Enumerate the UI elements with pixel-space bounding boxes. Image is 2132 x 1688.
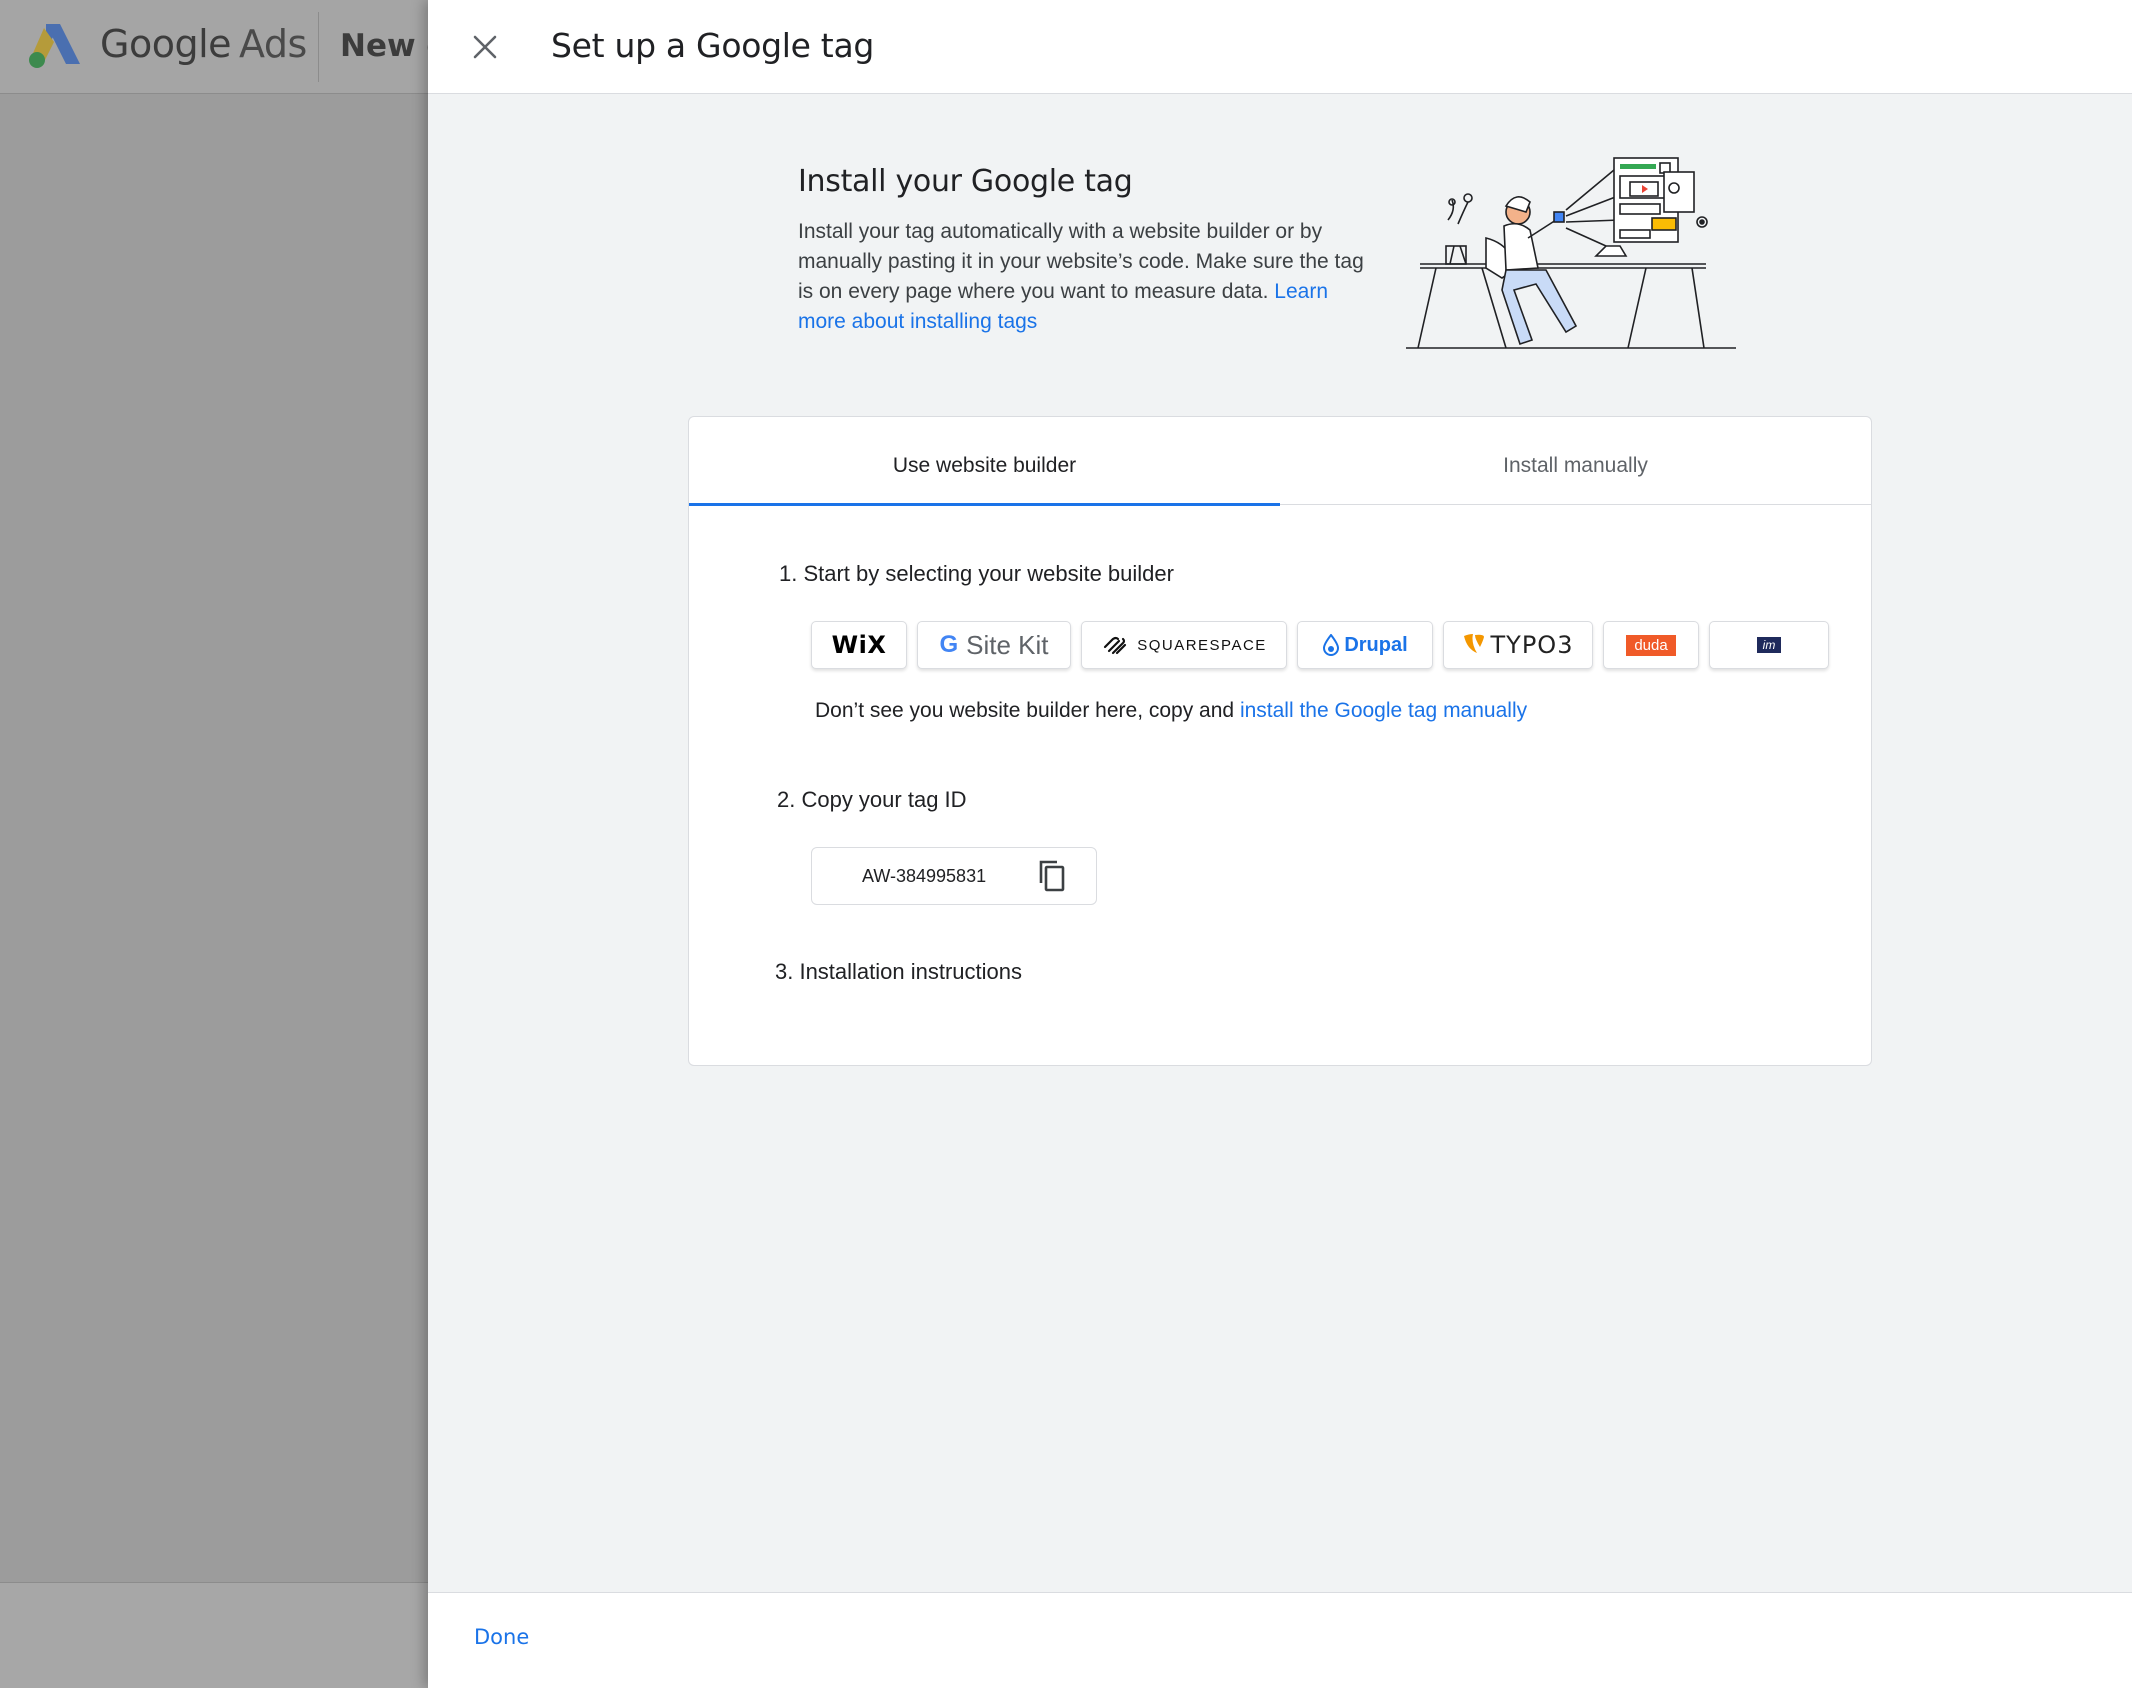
google-ads-brand: Google Ads	[100, 22, 307, 66]
copy-tag-id-button[interactable]	[1032, 856, 1072, 896]
builder-typo3-button[interactable]: TYPO3	[1443, 621, 1593, 669]
builder-other-button[interactable]: im	[1709, 621, 1829, 669]
builder-wix-button[interactable]: WiX	[811, 621, 907, 669]
tag-id-box: AW-384995831	[811, 847, 1097, 905]
squarespace-logo: SQUARESPACE	[1101, 635, 1267, 655]
tab-use-website-builder[interactable]: Use website builder	[689, 417, 1280, 506]
drupal-drop-icon	[1323, 634, 1340, 656]
header-divider	[318, 12, 319, 82]
step-select-builder: 1. Start by selecting your website build…	[779, 561, 1174, 586]
done-button[interactable]: Done	[474, 1625, 529, 1649]
builder-drupal-button[interactable]: Drupal	[1297, 621, 1433, 669]
step-installation-instructions: 3. Installation instructions	[775, 959, 1023, 984]
builder-duda-button[interactable]: duda	[1603, 621, 1699, 669]
intro-title: Install your Google tag	[798, 164, 1133, 199]
panel-footer: Done	[428, 1592, 2132, 1688]
install-options-card: Use website builder Install manually 1. …	[688, 416, 1872, 1066]
builder-site-kit-button[interactable]: G Site Kit	[917, 621, 1071, 669]
copy-icon	[1039, 860, 1065, 892]
step-copy-tag-id: 2. Copy your tag ID	[777, 787, 967, 812]
close-icon	[473, 35, 497, 59]
tab-install-manually[interactable]: Install manually	[1280, 417, 1871, 505]
install-tabs: Use website builder Install manually	[689, 417, 1871, 506]
close-button[interactable]	[462, 24, 508, 70]
google-tag-setup-panel: Set up a Google tag Install your Google …	[428, 0, 2132, 1688]
site-kit-logo: G Site Kit	[939, 629, 1049, 660]
background-footer	[0, 1582, 430, 1688]
duda-logo: duda	[1626, 634, 1676, 656]
builder-squarespace-button[interactable]: SQUARESPACE	[1081, 621, 1287, 669]
typo3-icon	[1463, 634, 1484, 653]
google-g-icon: G	[939, 631, 959, 658]
drupal-logo: Drupal	[1322, 634, 1408, 657]
website-builder-list: WiX G Site Kit SQUARESPACE Drupal TYPO3 …	[811, 621, 1829, 669]
squarespace-icon	[1104, 636, 1127, 655]
install-manually-link[interactable]: install the Google tag manually	[1240, 699, 1527, 722]
intro-section: Install your Google tag Install your tag…	[798, 164, 1378, 337]
intro-text: Install your tag automatically with a we…	[798, 220, 1364, 333]
builder-other-logo: im	[1757, 637, 1781, 653]
google-ads-logo-icon	[29, 24, 80, 68]
wix-logo: WiX	[831, 631, 887, 659]
typo3-logo: TYPO3	[1463, 631, 1574, 659]
panel-header: Set up a Google tag	[428, 0, 2132, 94]
background-overlay	[0, 94, 430, 1582]
manual-install-note: Don’t see you website builder here, copy…	[815, 699, 1528, 722]
panel-title: Set up a Google tag	[551, 26, 875, 65]
tag-id-value: AW-384995831	[862, 865, 987, 886]
person-at-desk-illustration	[1406, 157, 1736, 349]
